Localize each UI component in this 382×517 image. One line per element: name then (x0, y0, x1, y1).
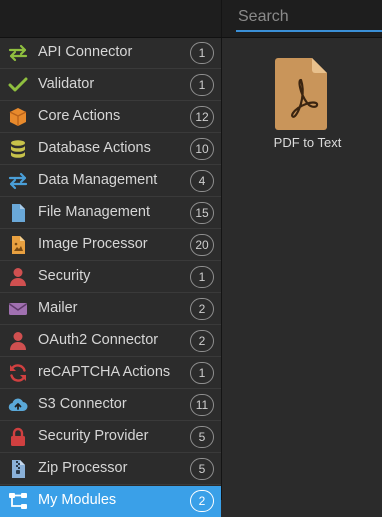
module-panel: PDF to Text (222, 38, 382, 500)
count-badge: 1 (190, 42, 214, 64)
module-tile-label: PDF to Text (273, 135, 342, 150)
sidebar-item-security[interactable]: Security 1 (0, 262, 221, 293)
arrows-exchange-icon (8, 43, 28, 63)
sitemap-icon (8, 491, 28, 511)
box-icon (8, 107, 28, 127)
sidebar-item-label: Image Processor (38, 236, 148, 252)
sidebar-item-core-actions[interactable]: Core Actions 12 (0, 102, 221, 133)
search-input[interactable] (236, 6, 378, 28)
sidebar-item-label: My Modules (38, 492, 117, 508)
sidebar-item-label: Security (38, 268, 91, 284)
user-icon (8, 267, 28, 287)
count-badge: 12 (190, 106, 214, 128)
sidebar-item-label: Core Actions (38, 108, 121, 124)
user-icon (8, 331, 28, 351)
zip-file-icon (8, 459, 28, 479)
sidebar-item-label: File Management (38, 204, 151, 220)
count-badge: 20 (190, 234, 214, 256)
sidebar: API Connector 1 Validator 1 Core Actions… (0, 38, 222, 517)
count-badge: 2 (190, 298, 214, 320)
sidebar-item-label: Data Management (38, 172, 158, 188)
arrows-exchange-icon (8, 171, 28, 191)
count-badge: 1 (190, 74, 214, 96)
refresh-icon (8, 363, 28, 383)
database-icon (8, 139, 28, 159)
sidebar-item-api-connector[interactable]: API Connector 1 (0, 38, 221, 69)
count-badge: 2 (190, 330, 214, 352)
count-badge: 10 (190, 138, 214, 160)
sidebar-item-label: OAuth2 Connector (38, 332, 159, 348)
sidebar-item-label: Database Actions (38, 140, 151, 156)
sidebar-item-label: Validator (38, 76, 95, 92)
sidebar-item-my-modules[interactable]: My Modules 2 (0, 486, 221, 517)
sidebar-item-mailer[interactable]: Mailer 2 (0, 294, 221, 325)
count-badge: 11 (190, 394, 214, 416)
count-badge: 15 (190, 202, 214, 224)
sidebar-item-label: reCAPTCHA Actions (38, 364, 171, 380)
sidebar-item-validator[interactable]: Validator 1 (0, 70, 221, 101)
sidebar-header (0, 0, 222, 37)
sidebar-item-label: S3 Connector (38, 396, 127, 412)
sidebar-item-recaptcha-actions[interactable]: reCAPTCHA Actions 1 (0, 358, 221, 389)
search-box[interactable] (236, 6, 382, 32)
sidebar-item-image-processor[interactable]: Image Processor 20 (0, 230, 221, 261)
count-badge: 5 (190, 426, 214, 448)
count-badge: 2 (190, 490, 214, 512)
image-file-icon (8, 235, 28, 255)
cloud-upload-icon (8, 395, 28, 415)
count-badge: 5 (190, 458, 214, 480)
sidebar-item-security-provider[interactable]: Security Provider 5 (0, 422, 221, 453)
sidebar-item-file-management[interactable]: File Management 15 (0, 198, 221, 229)
file-icon (8, 203, 28, 223)
sidebar-item-label: Zip Processor (38, 460, 128, 476)
count-badge: 1 (190, 362, 214, 384)
sidebar-item-s3-connector[interactable]: S3 Connector 11 (0, 390, 221, 421)
pdf-file-icon (275, 58, 327, 130)
count-badge: 1 (190, 266, 214, 288)
sidebar-item-label: API Connector (38, 44, 133, 60)
top-bar (0, 0, 382, 38)
sidebar-item-database-actions[interactable]: Database Actions 10 (0, 134, 221, 165)
count-badge: 4 (190, 170, 214, 192)
sidebar-item-data-management[interactable]: Data Management 4 (0, 166, 221, 197)
lock-icon (8, 427, 28, 447)
sidebar-item-oauth2-connector[interactable]: OAuth2 Connector 2 (0, 326, 221, 357)
envelope-icon (8, 299, 28, 319)
checkmark-icon (8, 75, 28, 95)
sidebar-item-label: Security Provider (38, 428, 149, 444)
sidebar-item-zip-processor[interactable]: Zip Processor 5 (0, 454, 221, 485)
sidebar-item-label: Mailer (38, 300, 78, 316)
